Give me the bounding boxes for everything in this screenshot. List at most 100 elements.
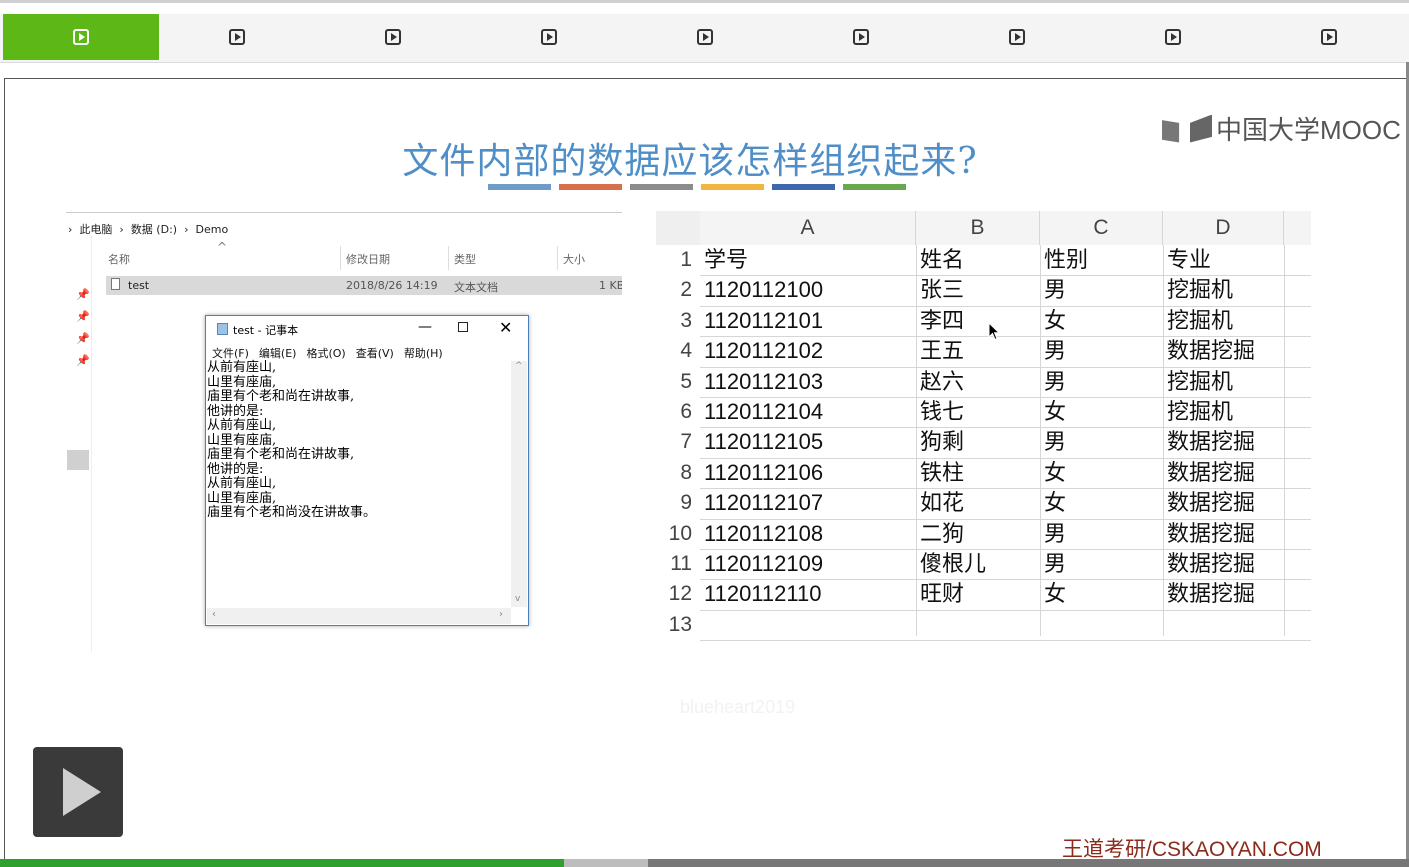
sheet-cell[interactable]: 性别: [1040, 245, 1163, 275]
column-header-type[interactable]: 类型: [454, 251, 476, 267]
chapter-tab-5[interactable]: [627, 14, 783, 60]
chapter-tab-4[interactable]: [471, 14, 627, 60]
sheet-cell[interactable]: 傻根儿: [916, 549, 1040, 579]
sheet-cell[interactable]: 数据挖掘: [1163, 336, 1284, 366]
row-number[interactable]: 3: [656, 306, 700, 336]
chapter-tab-7[interactable]: [939, 14, 1095, 60]
sheet-cell[interactable]: 专业: [1163, 245, 1284, 275]
sheet-cell[interactable]: 1120112103: [700, 367, 916, 397]
row-number[interactable]: 7: [656, 427, 700, 457]
row-number[interactable]: 12: [656, 579, 700, 609]
scroll-left-icon[interactable]: ‹: [212, 609, 216, 620]
row-number[interactable]: 13: [656, 610, 700, 640]
sheet-cell[interactable]: 挖掘机: [1163, 275, 1284, 305]
row-number[interactable]: 4: [656, 336, 700, 366]
sheet-cell[interactable]: 数据挖掘: [1163, 458, 1284, 488]
notepad-text-area[interactable]: 从前有座山, 山里有座庙, 庙里有个老和尚在讲故事, 他讲的是: 从前有座山, 山里有座庙…: [207, 360, 507, 521]
scroll-up-icon[interactable]: ^: [515, 361, 523, 371]
sheet-cell[interactable]: 数据挖掘: [1163, 549, 1284, 579]
pin-icon[interactable]: 📌: [76, 288, 90, 301]
sheet-cell[interactable]: 铁柱: [916, 458, 1040, 488]
chapter-tab-8[interactable]: [1095, 14, 1251, 60]
sheet-cell[interactable]: 男: [1040, 275, 1163, 305]
breadcrumb-item[interactable]: 此电脑: [79, 223, 112, 236]
pin-icon[interactable]: 📌: [76, 332, 90, 345]
vertical-scrollbar[interactable]: ^ v: [511, 361, 527, 607]
sheet-cell[interactable]: 男: [1040, 427, 1163, 457]
sheet-cell[interactable]: 1120112107: [700, 488, 916, 518]
chapter-tab-3[interactable]: [315, 14, 471, 60]
close-button[interactable]: ✕: [499, 318, 512, 337]
sheet-cell[interactable]: 女: [1040, 458, 1163, 488]
column-header-a[interactable]: A: [700, 211, 916, 245]
sheet-cell[interactable]: 数据挖掘: [1163, 427, 1284, 457]
sheet-cell[interactable]: 狗剩: [916, 427, 1040, 457]
row-number[interactable]: 6: [656, 397, 700, 427]
column-header-name[interactable]: 名称: [108, 251, 130, 267]
progress-bar[interactable]: [0, 859, 564, 867]
sheet-cell[interactable]: 男: [1040, 336, 1163, 366]
sheet-cell[interactable]: 数据挖掘: [1163, 488, 1284, 518]
sheet-cell[interactable]: 挖掘机: [1163, 306, 1284, 336]
sheet-cell[interactable]: 1120112110: [700, 579, 916, 609]
sheet-cell[interactable]: 男: [1040, 367, 1163, 397]
sheet-cell[interactable]: 女: [1040, 306, 1163, 336]
column-header-date[interactable]: 修改日期: [346, 251, 390, 267]
menu-view[interactable]: 查看(V): [356, 345, 394, 361]
pin-icon[interactable]: 📌: [76, 354, 90, 367]
sheet-cell[interactable]: 学号: [700, 245, 916, 275]
select-all-corner[interactable]: [656, 211, 700, 245]
sheet-cell[interactable]: 挖掘机: [1163, 397, 1284, 427]
menu-format[interactable]: 格式(O): [306, 345, 345, 361]
notepad-window[interactable]: test - 记事本 — ✕ 文件(F) 编辑(E) 格式(O) 查看(V) 帮…: [205, 315, 529, 626]
breadcrumb-item[interactable]: 数据 (D:): [131, 223, 177, 236]
sheet-cell[interactable]: 1120112102: [700, 336, 916, 366]
column-header-size[interactable]: 大小: [563, 251, 585, 267]
chapter-tab-2[interactable]: [159, 14, 315, 60]
sheet-cell[interactable]: 钱七: [916, 397, 1040, 427]
maximize-button[interactable]: [458, 322, 468, 332]
row-number[interactable]: 11: [656, 549, 700, 579]
sheet-cell[interactable]: 数据挖掘: [1163, 519, 1284, 549]
sheet-cell[interactable]: [1163, 610, 1284, 640]
menu-edit[interactable]: 编辑(E): [259, 345, 297, 361]
sheet-cell[interactable]: 1120112108: [700, 519, 916, 549]
sheet-cell[interactable]: 女: [1040, 488, 1163, 518]
row-number[interactable]: 1: [656, 245, 700, 275]
sheet-cell[interactable]: 1120112101: [700, 306, 916, 336]
row-number[interactable]: 2: [656, 275, 700, 305]
chapter-tab-9[interactable]: [1251, 14, 1407, 60]
pin-icon[interactable]: 📌: [76, 310, 90, 323]
sheet-cell[interactable]: 王五: [916, 336, 1040, 366]
row-number[interactable]: 9: [656, 488, 700, 518]
sheet-cell[interactable]: 1120112105: [700, 427, 916, 457]
sheet-cell[interactable]: 男: [1040, 519, 1163, 549]
sheet-cell[interactable]: 1120112100: [700, 275, 916, 305]
sheet-cell[interactable]: 挖掘机: [1163, 367, 1284, 397]
chapter-tab-1[interactable]: [3, 14, 159, 60]
breadcrumb-item[interactable]: Demo: [195, 223, 228, 236]
sheet-cell[interactable]: 1120112109: [700, 549, 916, 579]
sheet-cell[interactable]: [700, 610, 916, 640]
sheet-cell[interactable]: 姓名: [916, 245, 1040, 275]
notepad-titlebar[interactable]: test - 记事本 — ✕: [206, 316, 528, 342]
column-header-c[interactable]: C: [1040, 211, 1163, 245]
sheet-cell[interactable]: 男: [1040, 549, 1163, 579]
breadcrumb[interactable]: › 此电脑 › 数据 (D:) › Demo: [68, 221, 228, 237]
sheet-cell[interactable]: 数据挖掘: [1163, 579, 1284, 609]
column-header-d[interactable]: D: [1163, 211, 1284, 245]
scroll-right-icon[interactable]: ›: [499, 609, 503, 620]
sheet-cell[interactable]: 女: [1040, 579, 1163, 609]
sheet-cell[interactable]: 如花: [916, 488, 1040, 518]
horizontal-scrollbar[interactable]: ‹ ›: [207, 608, 511, 624]
row-number[interactable]: 5: [656, 367, 700, 397]
scroll-down-icon[interactable]: v: [515, 594, 520, 604]
sheet-cell[interactable]: 1120112106: [700, 458, 916, 488]
sheet-cell[interactable]: 李四: [916, 306, 1040, 336]
chapter-tab-6[interactable]: [783, 14, 939, 60]
sheet-cell[interactable]: 女: [1040, 397, 1163, 427]
minimize-button[interactable]: —: [418, 319, 432, 335]
play-button[interactable]: [33, 747, 123, 837]
column-header-next[interactable]: [1284, 211, 1311, 245]
sheet-cell[interactable]: [916, 610, 1040, 640]
